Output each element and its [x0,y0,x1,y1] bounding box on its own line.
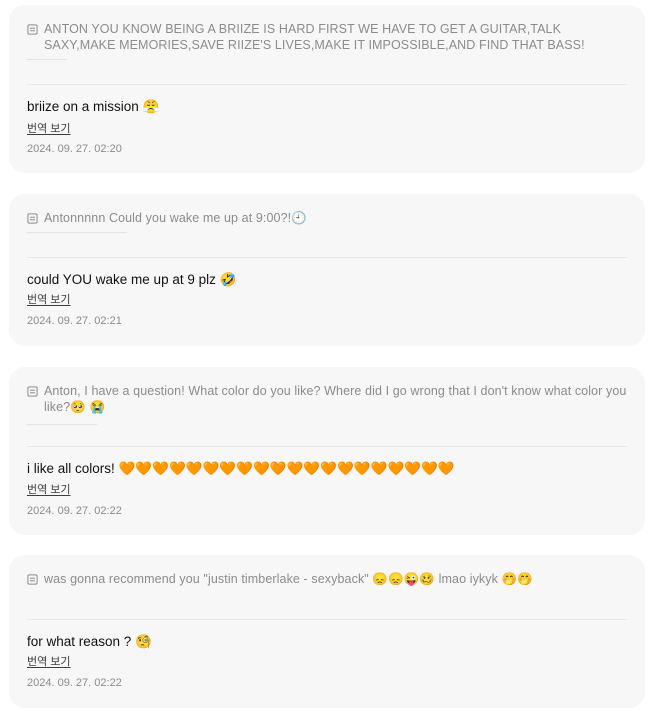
quoted-message-text: ANTON YOU KNOW BEING A BRIIZE IS HARD FI… [44,22,585,52]
translate-link[interactable]: 번역 보기 [27,655,71,669]
quoted-message-text: Anton, I have a question! What color do … [44,384,627,414]
message-card: Antonnnnn Could you wake me up at 9:00?!… [9,194,645,346]
message-card: was gonna recommend you "justin timberla… [9,555,645,708]
reply-text: briize on a mission 😤 [27,99,160,114]
timestamp: 2024. 09. 27. 02:22 [27,505,122,517]
timestamp: 2024. 09. 27. 02:20 [27,143,122,155]
divider-faint [27,424,97,425]
document-icon [27,574,38,585]
divider-faint [27,59,67,60]
quoted-message: was gonna recommend you "justin timberla… [27,571,627,587]
divider [27,446,627,447]
message-card: ANTON YOU KNOW BEING A BRIIZE IS HARD FI… [9,5,645,173]
document-icon [27,213,38,224]
message-card: Anton, I have a question! What color do … [9,367,645,535]
translate-link[interactable]: 번역 보기 [27,483,71,497]
document-icon [27,386,38,397]
timestamp: 2024. 09. 27. 02:22 [27,677,122,689]
reply-text: could YOU wake me up at 9 plz 🤣 [27,272,237,287]
quoted-message-text: Antonnnnn Could you wake me up at 9:00?!… [44,211,307,225]
timestamp: 2024. 09. 27. 02:21 [27,315,122,327]
document-icon [27,24,38,35]
divider [27,619,627,620]
divider [27,84,627,85]
translate-link[interactable]: 번역 보기 [27,293,71,307]
quoted-message-text: was gonna recommend you "justin timberla… [44,572,533,586]
reply-text: i like all colors! 🧡🧡🧡🧡🧡🧡🧡🧡🧡🧡🧡🧡🧡🧡🧡🧡🧡🧡🧡🧡 [27,461,455,476]
translate-link[interactable]: 번역 보기 [27,122,71,136]
quoted-message: ANTON YOU KNOW BEING A BRIIZE IS HARD FI… [27,21,627,53]
divider-faint [27,232,127,233]
quoted-message: Anton, I have a question! What color do … [27,383,627,415]
quoted-message: Antonnnnn Could you wake me up at 9:00?!… [27,210,627,226]
divider [27,257,627,258]
reply-text: for what reason ? 🧐 [27,634,152,649]
